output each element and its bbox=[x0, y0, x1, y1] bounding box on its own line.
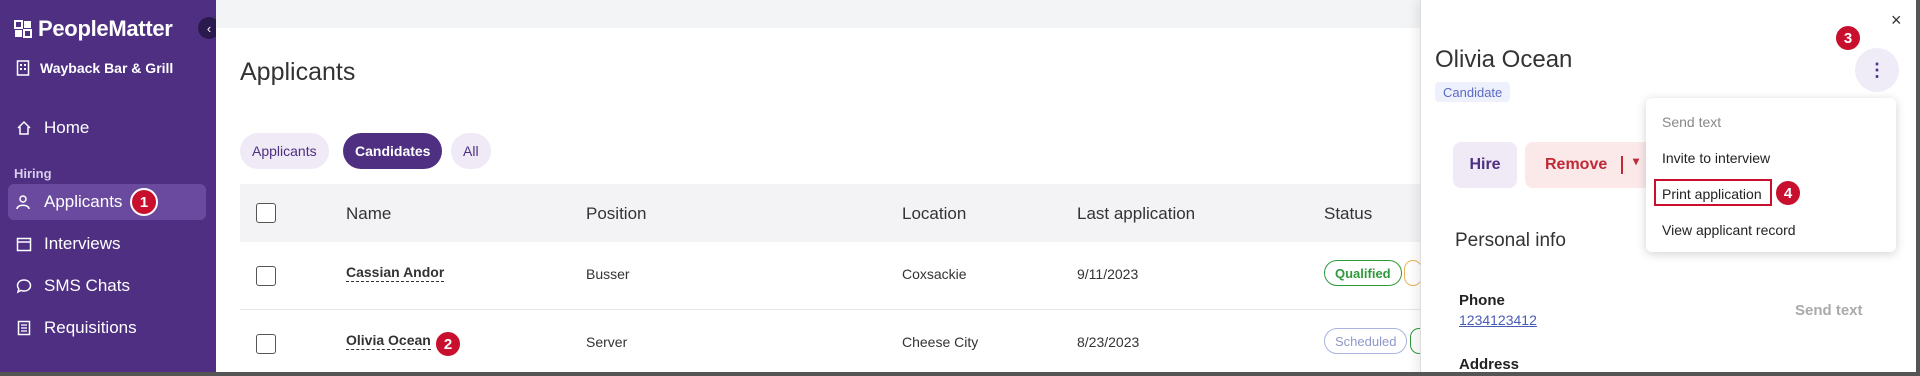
filter-candidates[interactable]: Candidates bbox=[343, 133, 443, 169]
row-checkbox[interactable] bbox=[256, 266, 276, 286]
menu-item-invite-to-interview[interactable]: Invite to interview bbox=[1662, 150, 1770, 166]
sidebar-item-label: Requisitions bbox=[44, 318, 137, 337]
table-row[interactable]: Olivia Ocean Server Cheese City 8/23/202… bbox=[240, 310, 1428, 372]
document-icon bbox=[16, 320, 32, 336]
sidebar-item-requisitions[interactable]: Requisitions bbox=[8, 310, 206, 346]
column-header-last-application[interactable]: Last application bbox=[1077, 204, 1195, 224]
sidebar-item-interviews[interactable]: Interviews bbox=[8, 226, 206, 262]
sidebar: PeopleMatter ‹ Wayback Bar & Grill Home … bbox=[0, 0, 220, 372]
more-vertical-icon: ⋮ bbox=[1868, 59, 1886, 80]
status-badge: Scheduled bbox=[1324, 328, 1408, 354]
app-window: PeopleMatter ‹ Wayback Bar & Grill Home … bbox=[0, 0, 1920, 376]
filter-applicants[interactable]: Applicants bbox=[240, 133, 329, 169]
menu-item-view-applicant-record[interactable]: View applicant record bbox=[1662, 222, 1796, 238]
callout-badge: 3 bbox=[1834, 24, 1862, 52]
phone-link[interactable]: 1234123412 bbox=[1459, 312, 1537, 328]
sidebar-item-sms-chats[interactable]: SMS Chats bbox=[8, 268, 206, 304]
page-title: Applicants bbox=[240, 58, 356, 86]
logo: PeopleMatter bbox=[14, 16, 173, 42]
remove-button[interactable]: Remove ▾ bbox=[1525, 142, 1655, 188]
hire-button[interactable]: Hire bbox=[1453, 142, 1517, 188]
table-row[interactable]: Cassian Andor Busser Coxsackie 9/11/2023… bbox=[240, 242, 1422, 310]
table-header: Name Position Location Last application … bbox=[240, 184, 1420, 242]
applicant-name-link[interactable]: Cassian Andor bbox=[346, 264, 445, 282]
close-icon[interactable]: × bbox=[1891, 10, 1902, 31]
sidebar-item-applicants[interactable]: Applicants bbox=[8, 184, 206, 220]
location-cell: Coxsackie bbox=[902, 266, 967, 282]
position-cell: Server bbox=[586, 334, 628, 350]
organization-name: Wayback Bar & Grill bbox=[40, 60, 174, 76]
filter-all[interactable]: All bbox=[451, 133, 491, 169]
send-text-link[interactable]: Send text bbox=[1795, 302, 1863, 319]
location-cell: Cheese City bbox=[902, 334, 979, 350]
callout-badge: 2 bbox=[434, 330, 462, 358]
column-header-position[interactable]: Position bbox=[586, 204, 646, 224]
calendar-icon bbox=[16, 236, 32, 252]
phone-label: Phone bbox=[1459, 292, 1505, 309]
remove-button-divider bbox=[1621, 156, 1623, 174]
applicant-name-link[interactable]: Olivia Ocean bbox=[346, 332, 431, 350]
column-header-location[interactable]: Location bbox=[902, 204, 966, 224]
column-header-status[interactable]: Status bbox=[1324, 204, 1372, 224]
applicant-name-heading: Olivia Ocean bbox=[1435, 46, 1573, 73]
building-icon bbox=[16, 60, 30, 76]
select-all-checkbox[interactable] bbox=[256, 203, 276, 223]
menu-item-send-text[interactable]: Send text bbox=[1662, 114, 1721, 130]
applicants-page: Applicants Applicants Candidates All Nam… bbox=[216, 28, 1428, 372]
address-label: Address bbox=[1459, 356, 1520, 373]
more-actions-button[interactable]: ⋮ bbox=[1855, 48, 1899, 92]
chevron-left-icon: ‹ bbox=[206, 20, 212, 36]
applicants-icon bbox=[16, 194, 32, 210]
callout-badge: 4 bbox=[1774, 179, 1802, 207]
logo-text: PeopleMatter bbox=[38, 16, 173, 41]
logo-icon bbox=[14, 20, 32, 38]
sidebar-item-label: Applicants bbox=[44, 192, 123, 211]
personal-info-heading: Personal info bbox=[1455, 230, 1566, 251]
sidebar-item-label: Interviews bbox=[44, 234, 121, 253]
column-header-name[interactable]: Name bbox=[346, 204, 391, 224]
remove-button-label: Remove bbox=[1545, 156, 1608, 173]
position-cell: Busser bbox=[586, 266, 630, 282]
last-application-cell: 9/11/2023 bbox=[1077, 266, 1139, 282]
sidebar-item-home[interactable]: Home bbox=[8, 110, 206, 146]
main-content: Applicants Applicants Candidates All Nam… bbox=[216, 0, 1428, 372]
home-icon bbox=[16, 120, 32, 136]
caret-down-icon[interactable]: ▾ bbox=[1633, 154, 1639, 168]
sidebar-item-label: SMS Chats bbox=[44, 276, 130, 295]
candidate-badge: Candidate bbox=[1435, 82, 1511, 102]
sidebar-item-label: Home bbox=[44, 118, 90, 137]
last-application-cell: 8/23/2023 bbox=[1077, 334, 1140, 350]
organization-selector[interactable]: Wayback Bar & Grill bbox=[16, 60, 173, 76]
row-checkbox[interactable] bbox=[256, 334, 276, 354]
highlight-box bbox=[1654, 179, 1772, 206]
more-actions-menu: Send text Invite to interview Print appl… bbox=[1646, 98, 1896, 252]
callout-badge: 1 bbox=[130, 188, 158, 216]
status-badge: Qualified bbox=[1324, 260, 1402, 286]
sidebar-section-hiring: Hiring bbox=[14, 166, 52, 181]
chat-icon bbox=[16, 278, 32, 294]
